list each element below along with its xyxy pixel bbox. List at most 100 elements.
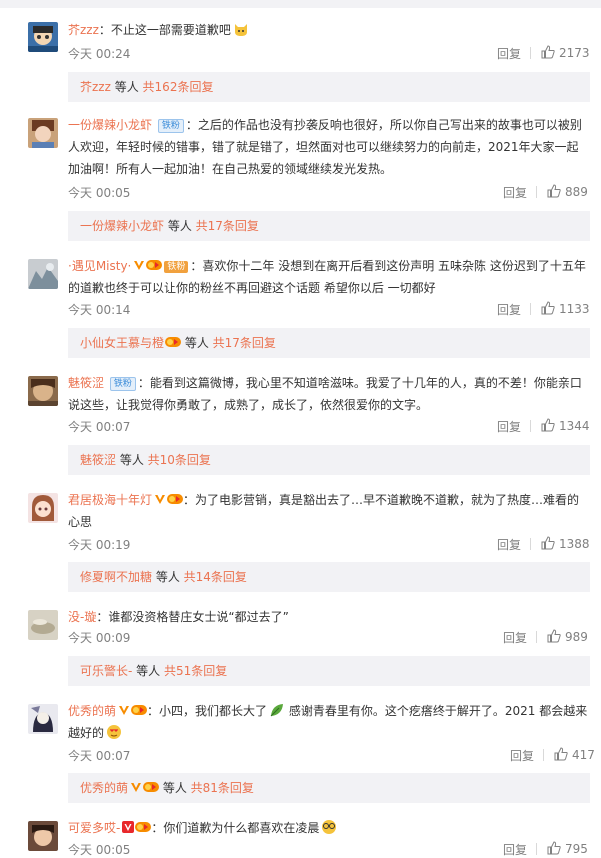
reply-button[interactable]: 回复 xyxy=(497,45,521,62)
comment-time: 今天 00:19 xyxy=(68,538,131,552)
thumbs-up-icon xyxy=(541,418,555,432)
vip-level-icon xyxy=(143,781,160,793)
thumbs-up-icon xyxy=(541,45,555,59)
comment-author[interactable]: ·遇见Misty· xyxy=(68,259,131,273)
view-replies-link[interactable]: 共81条回复 xyxy=(191,781,254,795)
divider xyxy=(530,303,531,315)
reply-author[interactable]: 小仙女王慕与橙 xyxy=(80,336,164,350)
fan-badge: 铁粉 xyxy=(164,261,189,273)
thumbs-up-icon xyxy=(547,841,561,855)
vip-level-icon xyxy=(167,493,184,505)
reply-summary[interactable]: 可乐警长- 等人 共51条回复 xyxy=(68,656,590,686)
reply-author[interactable]: 一份爆辣小龙虾 xyxy=(80,219,164,233)
reply-button[interactable]: 回复 xyxy=(503,629,527,646)
reply-button[interactable]: 回复 xyxy=(497,418,521,435)
divider xyxy=(530,47,531,59)
thumbs-up-icon xyxy=(554,747,568,761)
comment-time: 今天 00:05 xyxy=(68,186,131,200)
avatar[interactable] xyxy=(28,259,58,289)
like-count: 417 xyxy=(572,748,595,762)
fan-badge: 铁粉 xyxy=(157,119,184,133)
comment-text: ·遇见Misty· 铁粉 ：喜欢你十二年 没想到在离开后看到这份声明 五味杂陈 这份… xyxy=(68,259,586,295)
like-button[interactable]: 989 xyxy=(547,629,588,644)
v-verified-icon xyxy=(133,259,145,271)
like-button[interactable]: 1133 xyxy=(541,301,590,316)
reply-button[interactable]: 回复 xyxy=(503,184,527,201)
view-replies-link[interactable]: 共17条回复 xyxy=(196,219,259,233)
like-count: 2173 xyxy=(559,46,590,60)
view-replies-link[interactable]: 共10条回复 xyxy=(148,453,211,467)
avatar[interactable] xyxy=(28,22,58,52)
comment-author[interactable]: 芥zzz xyxy=(68,23,99,37)
divider xyxy=(543,749,544,761)
v-verified-icon xyxy=(130,781,142,793)
avatar[interactable] xyxy=(28,704,58,734)
comment-time: 今天 00:24 xyxy=(68,47,131,61)
comment-time: 今天 00:07 xyxy=(68,749,131,763)
vip-level-icon xyxy=(165,336,182,348)
fan-badge: 铁粉 xyxy=(109,377,136,391)
comment-text: 优秀的萌 ：小四，我们都长大了 感谢青春里有你。这个疙瘩终于解开了。2021 都会… xyxy=(68,702,588,740)
comment-text: 一份爆辣小龙虾 铁粉 ：之后的作品也没有抄袭反响也很好，所以你自己写出来的故事也可… xyxy=(68,118,582,176)
comment-time: 今天 00:05 xyxy=(68,843,131,857)
thumbs-up-icon xyxy=(547,629,561,643)
like-button[interactable]: 889 xyxy=(547,184,588,199)
avatar[interactable] xyxy=(28,376,58,406)
thumbs-up-icon xyxy=(547,184,561,198)
avatar[interactable] xyxy=(28,610,58,640)
divider xyxy=(536,843,537,855)
avatar[interactable] xyxy=(28,118,58,148)
vip-level-icon xyxy=(131,704,148,716)
reply-summary[interactable]: 优秀的萌 等人 共81条回复 xyxy=(68,773,590,803)
reply-author[interactable]: 魅筱涩 xyxy=(80,453,116,467)
reply-button[interactable]: 回复 xyxy=(497,536,521,553)
vip-level-icon xyxy=(146,259,163,271)
reply-author[interactable]: 修夏啊不加糖 xyxy=(80,570,152,584)
like-count: 1133 xyxy=(559,302,590,316)
thumbs-up-icon xyxy=(541,301,555,315)
vip-level-icon xyxy=(135,821,152,833)
v-verified-icon xyxy=(118,704,130,716)
reply-summary[interactable]: 芥zzz 等人 共162条回复 xyxy=(68,72,590,102)
reply-button[interactable]: 回复 xyxy=(510,747,534,764)
view-replies-link[interactable]: 共14条回复 xyxy=(184,570,247,584)
divider xyxy=(536,186,537,198)
comment-text: 魅筱涩 铁粉 ：能看到这篇微博，我心里不知道啥滋味。我爱了十几年的人，真的不差！你… xyxy=(68,376,582,412)
avatar[interactable] xyxy=(28,821,58,851)
avatar[interactable] xyxy=(28,493,58,523)
comment-author[interactable]: 一份爆辣小龙虾 xyxy=(68,118,152,132)
reply-summary[interactable]: 小仙女王慕与橙 等人 共17条回复 xyxy=(68,328,590,358)
divider xyxy=(530,538,531,550)
view-replies-link[interactable]: 共17条回复 xyxy=(213,336,276,350)
view-replies-link[interactable]: 共162条回复 xyxy=(143,80,214,94)
like-button[interactable]: 417 xyxy=(554,747,595,762)
comment-time: 今天 00:09 xyxy=(68,631,131,645)
like-count: 1388 xyxy=(559,537,590,551)
reply-button[interactable]: 回复 xyxy=(503,841,527,858)
like-count: 989 xyxy=(565,630,588,644)
like-button[interactable]: 1344 xyxy=(541,418,590,433)
comment-author[interactable]: 没-璇 xyxy=(68,610,96,624)
comment-author[interactable]: 魅筱涩 xyxy=(68,376,104,390)
reply-button[interactable]: 回复 xyxy=(497,301,521,318)
comment-text: 芥zzz：不止这一部需要道歉吧 xyxy=(68,19,590,41)
view-replies-link[interactable]: 共51条回复 xyxy=(164,664,227,678)
comment-author[interactable]: 可爱多哎- xyxy=(68,821,120,835)
divider xyxy=(530,420,531,432)
like-button[interactable]: 2173 xyxy=(541,45,590,60)
v-verified-icon xyxy=(122,821,135,833)
thumbs-up-icon xyxy=(541,536,555,550)
reply-author[interactable]: 优秀的萌 xyxy=(80,781,128,795)
reply-summary[interactable]: 魅筱涩 等人 共10条回复 xyxy=(68,445,590,475)
heart-eyes-emoji-icon xyxy=(106,724,122,740)
leaf-emoji-icon xyxy=(269,702,285,718)
comment-text: 没-璇：谁都没资格替庄女士说“都过去了” xyxy=(68,610,289,624)
reply-author[interactable]: 芥zzz xyxy=(80,80,111,94)
reply-summary[interactable]: 修夏啊不加糖 等人 共14条回复 xyxy=(68,562,590,592)
v-verified-icon xyxy=(154,493,166,505)
like-button[interactable]: 1388 xyxy=(541,536,590,551)
reply-summary[interactable]: 一份爆辣小龙虾 等人 共17条回复 xyxy=(68,211,590,241)
comment-author[interactable]: 君居极海十年灯 xyxy=(68,493,152,507)
reply-author[interactable]: 可乐警长- xyxy=(80,664,132,678)
comment-author[interactable]: 优秀的萌 xyxy=(68,704,116,718)
